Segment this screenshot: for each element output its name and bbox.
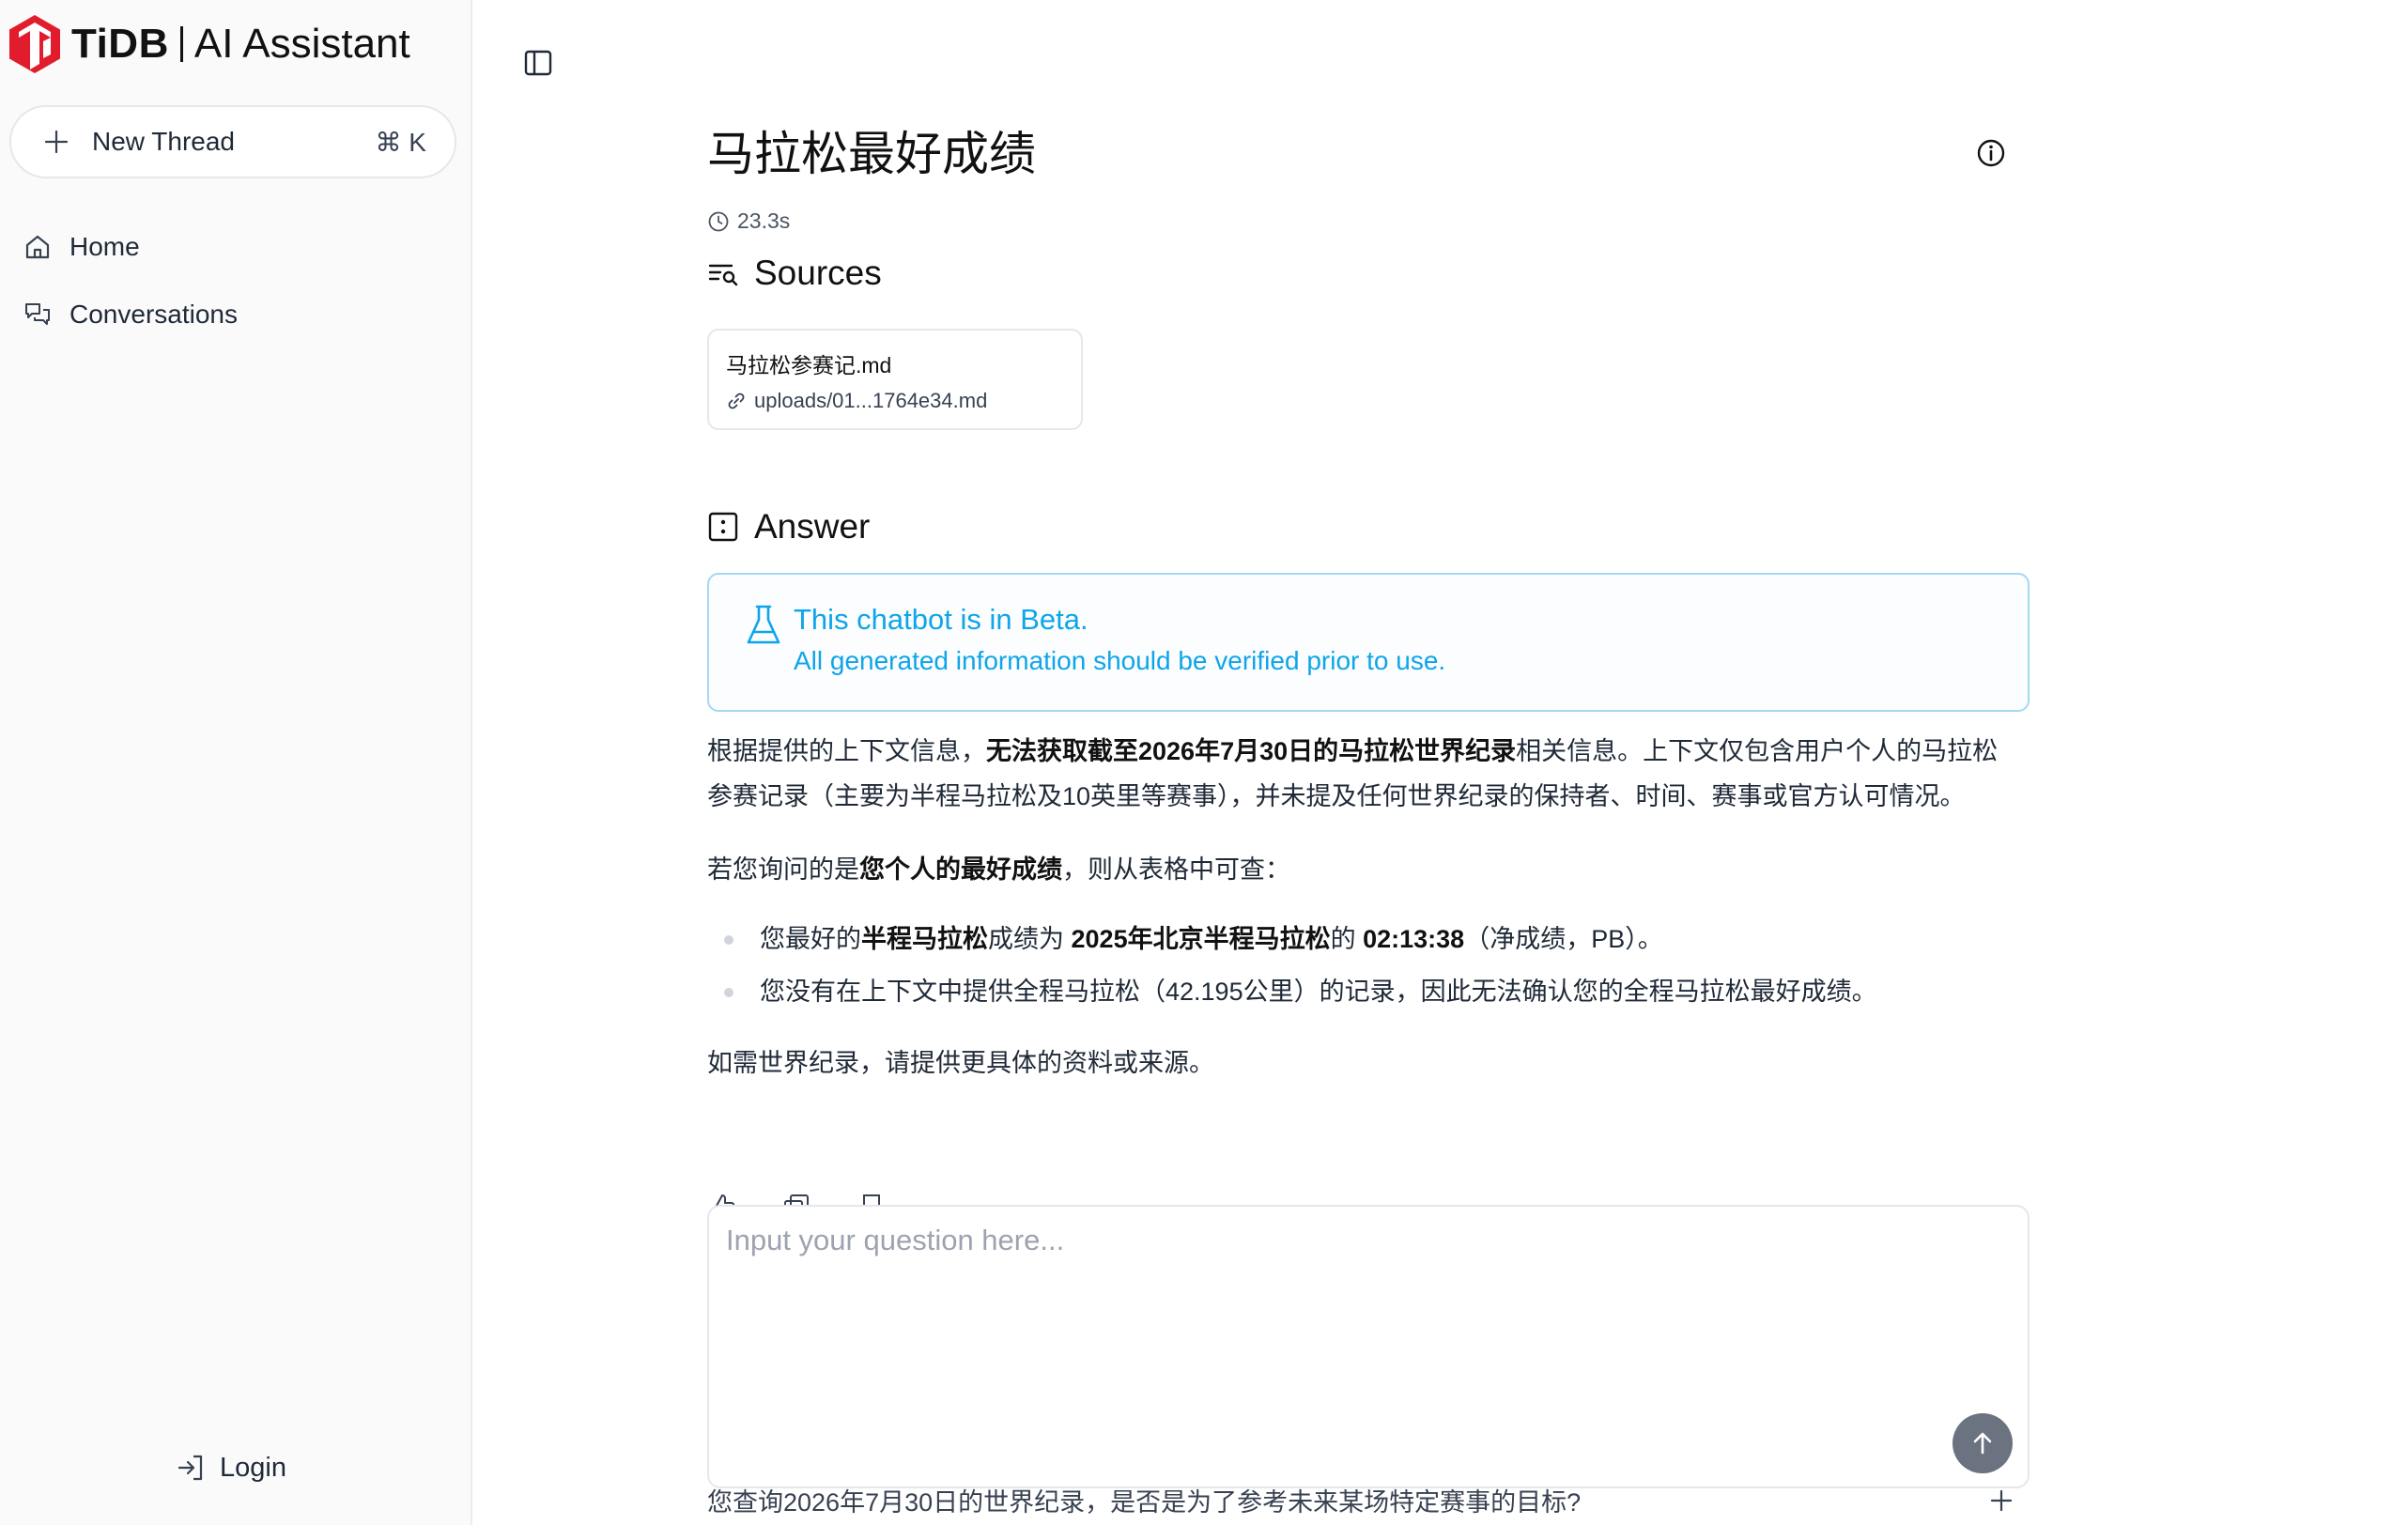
text-span: 若您询问的是 <box>707 855 859 884</box>
logo-separator <box>179 26 183 62</box>
answer-actions <box>707 1193 886 1206</box>
suggested-question[interactable]: 您查询2026年7月30日的世界纪录，是否是为了参考未来某场特定赛事的目标? <box>707 1482 2022 1518</box>
sources-heading-label: Sources <box>754 254 882 292</box>
text-span: 您最好的 <box>760 925 861 953</box>
flask-icon <box>747 605 780 644</box>
text-span: 如需世界纪录，请提供更具体的资料或来源。 <box>707 1049 1214 1077</box>
text-span: 成绩为 <box>988 925 1072 953</box>
thumbs-up-icon[interactable] <box>707 1193 735 1206</box>
bold-span: 02:13:38 <box>1363 925 1465 953</box>
source-path-text: uploads/01...1764e34.md <box>754 389 988 412</box>
beta-description: All generated information should be veri… <box>794 646 1446 675</box>
clock-icon <box>708 211 729 231</box>
logo-brand: TiDB <box>71 21 169 67</box>
text-span: ，则从表格中可查： <box>1062 855 1290 884</box>
sources-icon <box>708 264 738 286</box>
new-thread-label: New Thread <box>92 127 236 156</box>
answer-heading: Answer <box>707 507 870 547</box>
arrow-up-icon <box>1973 1432 1992 1455</box>
answer-paragraph: 若您询问的是您个人的最好成绩，则从表格中可查： <box>707 847 2017 892</box>
question-input[interactable] <box>724 1222 2005 1413</box>
plus-icon <box>1990 1489 2013 1511</box>
list-item: 您最好的半程马拉松成绩为 2025年北京半程马拉松的 02:13:38（净成绩，… <box>707 913 2017 965</box>
list-item: 您没有在上下文中提供全程马拉松（42.195公里）的记录，因此无法确认您的全程马… <box>707 965 2017 1018</box>
logo-product: AI Assistant <box>193 21 410 67</box>
conversations-icon <box>25 303 50 325</box>
source-name: 马拉松参赛记.md <box>726 353 892 377</box>
bold-span: 半程马拉松 <box>861 925 988 953</box>
link-icon <box>728 393 745 409</box>
bold-span: 无法获取截至2026年7月30日的马拉松世界纪录 <box>986 737 1517 765</box>
answer-icon <box>708 512 738 542</box>
sidebar: TiDB AI Assistant New Thread ⌘ K Home Co… <box>0 0 472 1525</box>
beta-notice: This chatbot is in Beta. All generated i… <box>707 573 2030 712</box>
new-thread-shortcut: ⌘ K <box>375 127 426 157</box>
text-span: 的 <box>1330 925 1364 953</box>
sidebar-item-conversations[interactable]: Conversations <box>23 291 238 338</box>
elapsed-time: 23.3s <box>707 208 790 234</box>
sources-heading: Sources <box>707 254 882 293</box>
text-span: （净成绩，PB）。 <box>1464 925 1663 953</box>
send-button[interactable] <box>1953 1413 2013 1473</box>
home-icon <box>25 235 50 259</box>
question-input-box <box>707 1205 2030 1488</box>
bold-span: 您个人的最好成绩 <box>859 855 1062 884</box>
login-button[interactable]: Login <box>175 1443 286 1492</box>
tidb-logo-icon <box>9 15 60 73</box>
login-icon <box>178 1455 203 1481</box>
login-label: Login <box>220 1452 286 1483</box>
suggested-question-text: 您查询2026年7月30日的世界纪录，是否是为了参考未来某场特定赛事的目标? <box>707 1488 1582 1517</box>
elapsed-value: 23.3s <box>737 208 791 233</box>
bold-span: 2025年北京半程马拉松 <box>1071 925 1331 953</box>
sidebar-item-home[interactable]: Home <box>23 223 140 270</box>
info-icon[interactable] <box>1975 137 2007 169</box>
answer-body: 根据提供的上下文信息，无法获取截至2026年7月30日的马拉松世界纪录相关信息。… <box>707 729 2017 1086</box>
text-span: 您没有在上下文中提供全程马拉松（42.195公里）的记录，因此无法确认您的全程马… <box>760 978 1877 1006</box>
source-path: uploads/01...1764e34.md <box>726 389 1064 413</box>
answer-list: 您最好的半程马拉松成绩为 2025年北京半程马拉松的 02:13:38（净成绩，… <box>707 913 2017 1018</box>
plus-icon <box>44 130 69 154</box>
toggle-sidebar-icon[interactable] <box>522 47 554 79</box>
answer-paragraph: 如需世界纪录，请提供更具体的资料或来源。 <box>707 1040 2017 1086</box>
logo[interactable]: TiDB AI Assistant <box>8 11 410 77</box>
copy-icon[interactable] <box>782 1193 810 1206</box>
bookmark-icon[interactable] <box>857 1193 886 1206</box>
answer-heading-label: Answer <box>754 507 871 546</box>
sidebar-item-label: Home <box>69 232 140 261</box>
text-span: 根据提供的上下文信息， <box>707 737 986 765</box>
new-thread-button[interactable]: New Thread ⌘ K <box>9 105 456 178</box>
beta-title: This chatbot is in Beta. <box>794 603 1088 636</box>
page-title: 马拉松最好成绩 <box>707 128 1036 180</box>
sidebar-item-label: Conversations <box>69 300 238 329</box>
answer-paragraph: 根据提供的上下文信息，无法获取截至2026年7月30日的马拉松世界纪录相关信息。… <box>707 729 2017 819</box>
source-card[interactable]: 马拉松参赛记.md uploads/01...1764e34.md <box>707 329 1083 430</box>
